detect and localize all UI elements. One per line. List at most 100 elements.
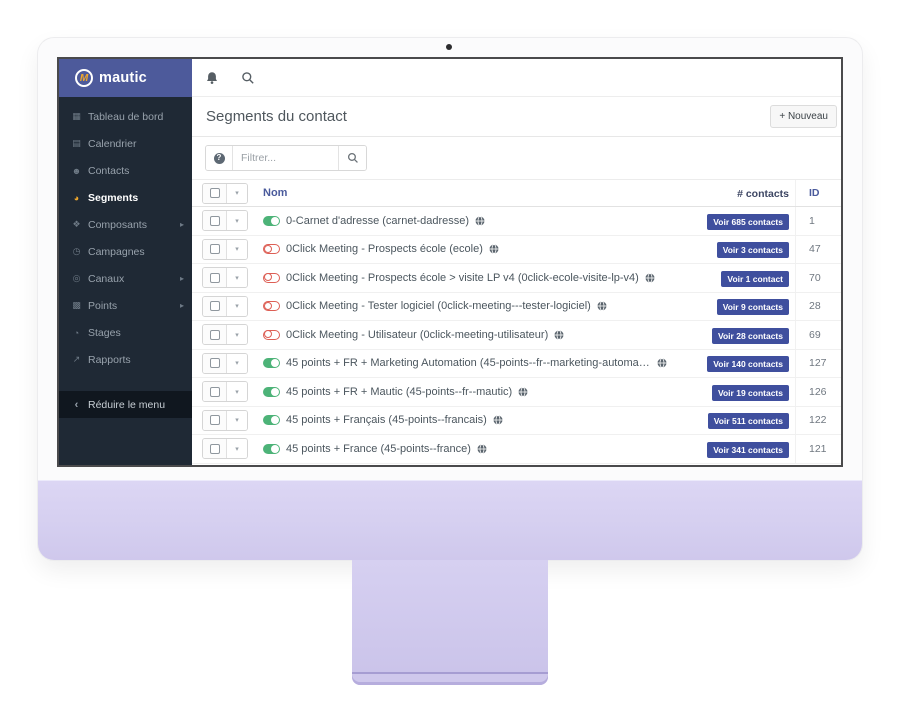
- segment-name-link[interactable]: 45 points + FR + Mautic (45-points--fr--…: [286, 386, 512, 398]
- view-contacts-badge[interactable]: Voir 3 contacts: [716, 242, 789, 259]
- imac-stand-base: [352, 672, 548, 685]
- row-checkbox[interactable]: [203, 325, 227, 345]
- segments-icon: ◕: [73, 192, 80, 203]
- row-checkbox[interactable]: [203, 439, 227, 459]
- notifications-bell-icon[interactable]: [205, 71, 219, 85]
- row-checkbox[interactable]: [203, 410, 227, 430]
- row-checkbox[interactable]: [203, 382, 227, 402]
- segment-status-toggle[interactable]: [263, 244, 280, 255]
- table-row: ▾ 45 points + Français (45-points--franc…: [192, 406, 841, 435]
- row-dropdown-toggle[interactable]: ▾: [227, 382, 247, 402]
- select-all-checkbox[interactable]: [203, 183, 227, 203]
- table-header-row: ▾ Nom # contacts ID: [192, 180, 841, 207]
- row-checkbox[interactable]: [203, 353, 227, 373]
- campaigns-icon: ◷: [72, 246, 81, 256]
- search-icon[interactable]: [241, 71, 255, 85]
- segment-status-toggle[interactable]: [263, 415, 280, 426]
- imac-stand: [352, 560, 548, 672]
- row-dropdown-toggle[interactable]: ▾: [227, 410, 247, 430]
- page-title: Segments du contact: [206, 108, 347, 125]
- globe-icon: [477, 443, 487, 454]
- segment-status-toggle[interactable]: [263, 272, 280, 283]
- row-checkbox[interactable]: [203, 268, 227, 288]
- segments-table: ▾ Nom # contacts ID ▾ 0-Carnet d'adresse…: [192, 179, 841, 465]
- sidebar-item-canaux[interactable]: ◎ Canaux ▸: [59, 265, 192, 292]
- column-header-contacts: # contacts: [737, 188, 789, 200]
- segment-id: 122: [795, 406, 841, 434]
- view-contacts-badge[interactable]: Voir 28 contacts: [711, 327, 789, 344]
- sidebar-menu: ▦ Tableau de bord ▸ ▤ Calendrier ▸ ☻ Con…: [59, 97, 192, 465]
- sidebar-item-contacts[interactable]: ☻ Contacts ▸: [59, 157, 192, 184]
- components-icon: ❖: [72, 219, 81, 229]
- row-dropdown-toggle[interactable]: ▾: [227, 211, 247, 231]
- globe-icon: [657, 358, 667, 369]
- segment-name-link[interactable]: 0Click Meeting - Prospects école (ecole): [286, 243, 483, 255]
- sidebar-item-calendrier[interactable]: ▤ Calendrier ▸: [59, 130, 192, 157]
- globe-icon: [597, 301, 607, 312]
- row-checkbox[interactable]: [203, 296, 227, 316]
- calendar-icon: ▤: [72, 138, 81, 148]
- mautic-logo-icon: M: [75, 69, 93, 87]
- row-select-group: ▾: [202, 324, 248, 346]
- bulk-actions-dropdown[interactable]: ▾: [227, 183, 247, 203]
- view-contacts-badge[interactable]: Voir 19 contacts: [711, 384, 789, 401]
- table-row: ▾ 0Click Meeting - Tester logiciel (0cli…: [192, 292, 841, 321]
- chevron-down-icon: ▾: [235, 360, 239, 368]
- sidebar-item-composants[interactable]: ❖ Composants ▸: [59, 211, 192, 238]
- column-header-id[interactable]: ID: [795, 180, 841, 206]
- chevron-down-icon: ▾: [235, 190, 239, 197]
- sidebar-item-tableau-de-bord[interactable]: ▦ Tableau de bord ▸: [59, 103, 192, 130]
- chevron-down-icon: ▾: [235, 417, 239, 425]
- segment-name-link[interactable]: 0Click Meeting - Tester logiciel (0click…: [286, 300, 591, 312]
- segment-name-link[interactable]: 45 points + Français (45-points--francai…: [286, 414, 487, 426]
- row-dropdown-toggle[interactable]: ▾: [227, 239, 247, 259]
- row-select-group: ▾: [202, 381, 248, 403]
- sidebar-item-stages[interactable]: ◔ Stages ▸: [59, 319, 192, 346]
- filter-search-button[interactable]: [338, 146, 366, 170]
- segment-name-link[interactable]: 0Click Meeting - Prospects école > visit…: [286, 272, 639, 284]
- view-contacts-badge[interactable]: Voir 140 contacts: [707, 356, 789, 373]
- sidebar-item-segments[interactable]: ◕ Segments ▸: [59, 184, 192, 211]
- view-contacts-badge[interactable]: Voir 341 contacts: [707, 441, 789, 458]
- segment-status-toggle[interactable]: [263, 358, 280, 369]
- view-contacts-badge[interactable]: Voir 511 contacts: [707, 413, 789, 430]
- column-header-nom[interactable]: Nom: [263, 187, 287, 199]
- row-checkbox[interactable]: [203, 239, 227, 259]
- row-dropdown-toggle[interactable]: ▾: [227, 353, 247, 373]
- view-contacts-badge[interactable]: Voir 685 contacts: [707, 213, 789, 230]
- segment-status-toggle[interactable]: [263, 301, 280, 312]
- table-row: ▾ 0Click Meeting - Utilisateur (0click-m…: [192, 321, 841, 350]
- segment-name-link[interactable]: 45 points + France (45-points--france): [286, 443, 471, 455]
- segment-status-toggle[interactable]: [263, 329, 280, 340]
- table-row: ▾ 45 points + FR + Mautic (45-points--fr…: [192, 378, 841, 407]
- row-dropdown-toggle[interactable]: ▾: [227, 325, 247, 345]
- segment-name-link[interactable]: 0-Carnet d'adresse (carnet-dadresse): [286, 215, 469, 227]
- globe-icon: [554, 329, 564, 340]
- sidebar-collapse-menu[interactable]: ‹ Réduire le menu: [59, 391, 192, 418]
- segment-status-toggle[interactable]: [263, 443, 280, 454]
- segment-name-link[interactable]: 45 points + FR + Marketing Automation (4…: [286, 357, 651, 369]
- table-row: ▾ 45 points + France (45-points--france)…: [192, 435, 841, 464]
- filter-help-button[interactable]: ?: [206, 146, 233, 170]
- sidebar-item-campagnes[interactable]: ◷ Campagnes ▸: [59, 238, 192, 265]
- segment-status-toggle[interactable]: [263, 386, 280, 397]
- segment-name-link[interactable]: 0Click Meeting - Utilisateur (0click-mee…: [286, 329, 548, 341]
- view-contacts-badge[interactable]: Voir 1 contact: [721, 270, 789, 287]
- segment-status-toggle[interactable]: [263, 215, 280, 226]
- segment-id: 1: [795, 207, 841, 235]
- mautic-logo[interactable]: M mautic: [59, 59, 192, 97]
- chevron-down-icon: ▾: [235, 217, 239, 225]
- sidebar-item-points[interactable]: ▩ Points ▸: [59, 292, 192, 319]
- new-segment-button[interactable]: + Nouveau: [770, 105, 837, 128]
- segment-id: 126: [795, 378, 841, 406]
- row-dropdown-toggle[interactable]: ▾: [227, 268, 247, 288]
- row-dropdown-toggle[interactable]: ▾: [227, 439, 247, 459]
- row-checkbox[interactable]: [203, 211, 227, 231]
- view-contacts-badge[interactable]: Voir 9 contacts: [716, 299, 789, 316]
- chevron-down-icon: ▾: [235, 274, 239, 282]
- row-select-group: ▾: [202, 210, 248, 232]
- sidebar-item-rapports[interactable]: ↗ Rapports ▸: [59, 346, 192, 373]
- filter-bar: ?: [192, 137, 841, 179]
- row-dropdown-toggle[interactable]: ▾: [227, 296, 247, 316]
- filter-input[interactable]: [233, 146, 338, 170]
